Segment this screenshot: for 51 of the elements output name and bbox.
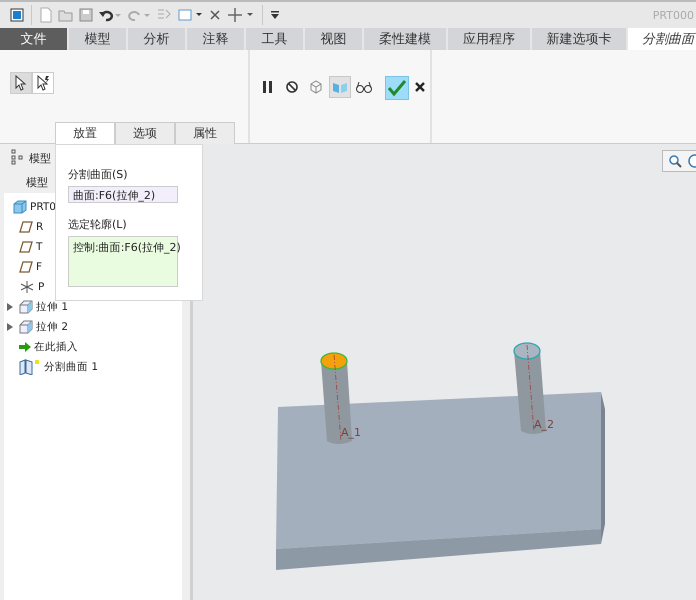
datum-plane-icon (19, 241, 33, 253)
select-smart-button[interactable] (32, 72, 54, 94)
split-surface-icon (19, 359, 41, 375)
tree-item[interactable]: T (36, 241, 42, 253)
field-label: 选定轮廓(L) (68, 217, 128, 232)
pointer-lightning-icon (36, 75, 50, 91)
datum-plane-icon (19, 221, 33, 233)
undo-icon[interactable] (98, 8, 122, 22)
coordinate-system-icon (19, 280, 35, 294)
window-title: PRT000 (652, 8, 694, 22)
tree-item[interactable]: 分割曲面 1 (44, 360, 98, 374)
tree-item[interactable]: P (38, 281, 44, 293)
customize-dropdown-icon[interactable] (270, 10, 280, 20)
app-logo-icon[interactable] (10, 8, 24, 22)
close-window-icon[interactable] (208, 8, 222, 22)
box-icon (19, 320, 33, 334)
zoom-in-icon[interactable] (686, 154, 696, 168)
close-icon (414, 81, 426, 93)
tree-item[interactable]: 拉伸 1 (36, 300, 68, 314)
dashboard-tab[interactable]: 选项 (115, 122, 175, 144)
ribbon-tab[interactable]: 分割曲面 (628, 28, 696, 50)
tree-item[interactable]: F (36, 261, 42, 273)
expand-arrow-icon[interactable] (6, 323, 14, 331)
apply-check-button[interactable] (385, 76, 409, 100)
tree-item[interactable]: 拉伸 2 (36, 320, 68, 334)
model-tree-column-header: 模型 (26, 176, 48, 189)
checkmark-icon (387, 79, 407, 97)
select-pointer-button[interactable] (10, 72, 32, 94)
save-icon[interactable] (79, 8, 93, 22)
surface-collector-field[interactable]: 曲面:F6(拉伸_2) (68, 186, 178, 203)
zoom-icon[interactable] (668, 154, 682, 168)
box-icon (19, 300, 33, 314)
expand-arrow-icon[interactable] (6, 303, 14, 311)
dashboard-tab[interactable]: 放置 (55, 122, 115, 144)
dashboard-tab[interactable]: 属性 (175, 122, 235, 144)
tree-item[interactable]: R (36, 221, 44, 233)
datum-icon[interactable] (227, 7, 255, 23)
model-tree-icon[interactable] (11, 148, 25, 168)
pointer-icon (14, 75, 28, 91)
cube-icon (13, 200, 27, 214)
model-tree-title[interactable]: 模型 (29, 150, 51, 166)
axis-label: A_2 (534, 418, 554, 431)
window-icon[interactable] (177, 7, 203, 23)
datum-plane-icon (19, 261, 33, 273)
insert-arrow-icon (19, 342, 31, 352)
axis-label: A_1 (341, 426, 362, 439)
file-tab[interactable]: 文件 (0, 28, 69, 50)
tree-item[interactable]: PRT0 (30, 201, 56, 213)
outline-collector-field[interactable]: 控制:曲面:F6(拉伸_2) (68, 236, 178, 287)
tree-item[interactable]: 在此插入 (34, 340, 78, 354)
field-label: 分割曲面(S) (68, 167, 129, 182)
